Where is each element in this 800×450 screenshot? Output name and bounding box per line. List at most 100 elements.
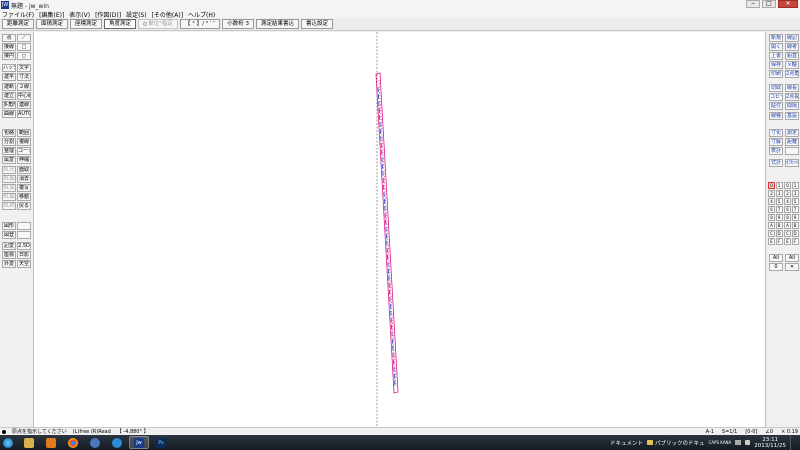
right-tool-1-0[interactable]: 開く bbox=[769, 43, 783, 51]
left-tool-11-0[interactable]: 整理 bbox=[2, 147, 16, 155]
group-button-C[interactable]: C bbox=[768, 230, 775, 237]
layer-button-0[interactable]: 0 bbox=[784, 182, 791, 189]
angle-format-button[interactable]: 【 ° 】/ ° ′ ″ bbox=[179, 19, 221, 29]
group-button-9[interactable]: 9 bbox=[775, 214, 783, 221]
left-tool-7-1[interactable]: 連線 bbox=[17, 101, 31, 109]
left-tool-19-0[interactable]: 図登 bbox=[2, 231, 16, 239]
layer-button-D[interactable]: D bbox=[791, 230, 799, 237]
left-tool-17-0[interactable]: BL終 bbox=[2, 202, 16, 210]
right-tool-6-0[interactable]: コピー bbox=[769, 93, 783, 101]
left-tool-4-1[interactable]: 寸法 bbox=[17, 73, 31, 81]
left-tool-1-0[interactable]: 接線 bbox=[2, 43, 16, 51]
group-button-1[interactable]: 1 bbox=[775, 182, 783, 189]
left-tool-22-0[interactable]: 外変 bbox=[2, 260, 16, 268]
layer-button-7[interactable]: 7 bbox=[791, 206, 799, 213]
layer-button-1[interactable]: 1 bbox=[791, 182, 799, 189]
flag-icon[interactable] bbox=[735, 440, 742, 445]
taskbar-explorer[interactable] bbox=[19, 436, 39, 449]
left-tool-15-1[interactable]: 複写 bbox=[17, 184, 31, 192]
left-tool-7-0[interactable]: 多角形 bbox=[2, 101, 16, 109]
right-tool-9-1[interactable]: 測定 bbox=[785, 129, 799, 137]
right-tool-10-1[interactable]: 距離 bbox=[785, 138, 799, 146]
left-tool-16-1[interactable]: 移動 bbox=[17, 193, 31, 201]
taskbar-ie[interactable] bbox=[107, 436, 127, 449]
left-tool-18-1[interactable] bbox=[17, 222, 31, 230]
left-tool-21-1[interactable]: 日影 bbox=[17, 251, 31, 259]
close-button[interactable]: ✕ bbox=[778, 0, 798, 8]
group-button-6[interactable]: 6 bbox=[768, 206, 775, 213]
layer-indicator-button[interactable]: ✕ bbox=[785, 263, 799, 271]
taskbar-media[interactable] bbox=[41, 436, 61, 449]
right-tool-2-1[interactable]: 鉛直 bbox=[785, 52, 799, 60]
group-button-A[interactable]: A bbox=[768, 222, 775, 229]
left-tool-10-0[interactable]: 分割 bbox=[2, 138, 16, 146]
group-button-4[interactable]: 4 bbox=[768, 198, 775, 205]
group-button-5[interactable]: 5 bbox=[775, 198, 783, 205]
left-tool-0-0[interactable]: 点 bbox=[2, 34, 16, 42]
right-tool-4-0[interactable]: 印刷 bbox=[769, 70, 783, 78]
left-tool-8-1[interactable]: AUTO bbox=[17, 110, 31, 118]
right-tool-5-1[interactable]: 線長 bbox=[785, 84, 799, 92]
right-tool-12-0[interactable]: 式計 bbox=[769, 159, 783, 167]
tray-public-docs[interactable]: パブリックのドキュ bbox=[647, 439, 705, 447]
drawing-canvas[interactable] bbox=[33, 32, 766, 427]
maximize-button[interactable]: □ bbox=[762, 0, 776, 8]
layer-all-button[interactable]: All bbox=[785, 254, 799, 262]
left-tool-12-1[interactable]: 伸縮 bbox=[17, 156, 31, 164]
left-tool-22-1[interactable]: 天空 bbox=[17, 260, 31, 268]
taskbar-jwcad[interactable]: Jw bbox=[129, 436, 149, 449]
right-tool-8-1[interactable]: 基設 bbox=[785, 112, 799, 120]
left-tool-19-1[interactable] bbox=[17, 231, 31, 239]
left-tool-17-1[interactable]: 戻る bbox=[17, 202, 31, 210]
layer-button-4[interactable]: 4 bbox=[784, 198, 791, 205]
right-tool-9-0[interactable]: 寸化 bbox=[769, 129, 783, 137]
distance-measure-button[interactable]: 距離測定 bbox=[2, 19, 35, 29]
layer-button-C[interactable]: C bbox=[784, 230, 791, 237]
left-tool-9-1[interactable]: 範囲 bbox=[17, 129, 31, 137]
right-tool-0-0[interactable]: 新規 bbox=[769, 34, 783, 42]
group-button-0[interactable]: 0 bbox=[768, 182, 775, 189]
layer-button-B[interactable]: B bbox=[791, 222, 799, 229]
group-all-button[interactable]: All bbox=[769, 254, 783, 262]
left-tool-0-1[interactable]: ／ bbox=[17, 34, 31, 42]
left-tool-20-1[interactable]: 2.5D bbox=[17, 242, 31, 250]
group-button-B[interactable]: B bbox=[775, 222, 783, 229]
area-measure-button[interactable]: 面積測定 bbox=[36, 19, 69, 29]
taskbar-photoshop[interactable]: Ps bbox=[151, 436, 171, 449]
left-tool-2-1[interactable]: ○ bbox=[17, 52, 31, 60]
left-tool-6-0[interactable]: 建立 bbox=[2, 92, 16, 100]
write-result-button[interactable]: 測定結果書込 bbox=[255, 19, 299, 29]
left-tool-13-1[interactable]: 面取 bbox=[17, 166, 31, 174]
taskbar-chrome[interactable] bbox=[63, 436, 83, 449]
ime-indicator[interactable]: CAPS KANA bbox=[709, 440, 732, 445]
tray-documents[interactable]: ドキュメント bbox=[610, 439, 643, 447]
right-tool-0-1[interactable]: 線記 bbox=[785, 34, 799, 42]
group-button-E[interactable]: E bbox=[768, 238, 775, 245]
layer-button-E[interactable]: E bbox=[784, 238, 791, 245]
write-settings-button[interactable]: 書込設定 bbox=[301, 19, 334, 29]
left-tool-14-1[interactable]: 消去 bbox=[17, 175, 31, 183]
title-bar[interactable]: JW 無題 - jw_win ‒ □ ✕ bbox=[0, 0, 800, 10]
right-tool-7-0[interactable]: 貼付 bbox=[769, 102, 783, 110]
angle-measure-button[interactable]: 角度測定 bbox=[104, 19, 137, 29]
left-tool-18-0[interactable]: 図形 bbox=[2, 222, 16, 230]
group-button-8[interactable]: 8 bbox=[768, 214, 775, 221]
coordinate-measure-button[interactable]: 座標測定 bbox=[70, 19, 103, 29]
group-indicator[interactable]: 0 bbox=[769, 263, 783, 271]
group-button-2[interactable]: 2 bbox=[768, 190, 775, 197]
right-tool-12-1[interactable]: ｵﾌｾｯﾄ bbox=[785, 159, 799, 167]
volume-icon[interactable] bbox=[745, 440, 751, 445]
left-tool-5-0[interactable]: 建断 bbox=[2, 83, 16, 91]
left-tool-8-0[interactable]: 曲線 bbox=[2, 110, 16, 118]
left-tool-12-0[interactable]: 属変 bbox=[2, 156, 16, 164]
group-button-F[interactable]: F bbox=[775, 238, 783, 245]
left-tool-3-1[interactable]: 文字 bbox=[17, 64, 31, 72]
left-tool-4-0[interactable]: 建平 bbox=[2, 73, 16, 81]
group-button-3[interactable]: 3 bbox=[775, 190, 783, 197]
left-tool-21-0[interactable]: 座標 bbox=[2, 251, 16, 259]
right-tool-11-0[interactable]: 表計 bbox=[769, 147, 783, 155]
start-button[interactable] bbox=[3, 437, 13, 448]
taskbar-ie-alt[interactable] bbox=[85, 436, 105, 449]
right-tool-3-0[interactable]: 保存 bbox=[769, 61, 783, 69]
left-tool-3-0[interactable]: ハッチ bbox=[2, 64, 16, 72]
